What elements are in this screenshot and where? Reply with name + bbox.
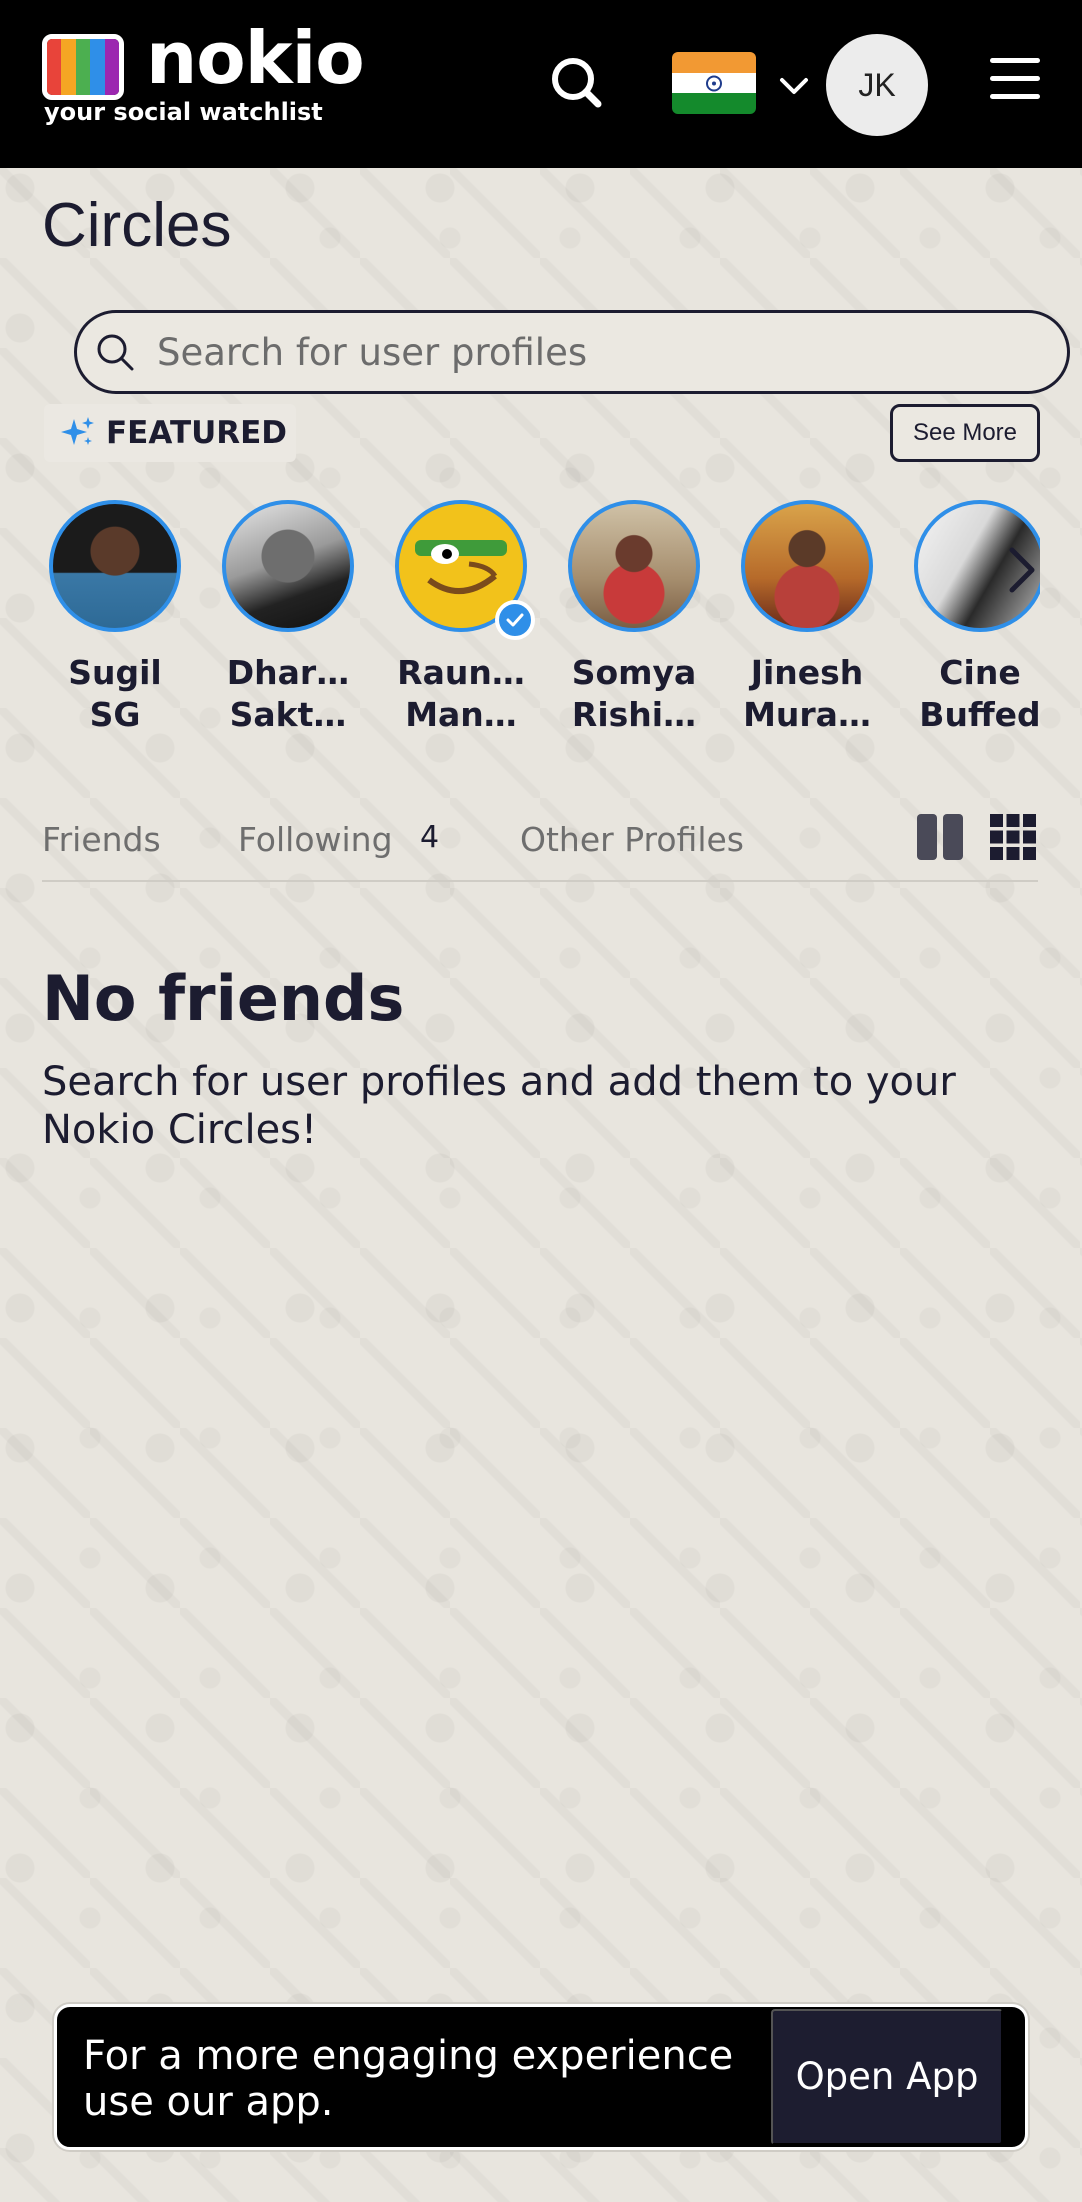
empty-state-title: No friends bbox=[42, 962, 405, 1035]
profile-name-line1: Cine bbox=[939, 653, 1021, 692]
profile-name-line1: Sugil bbox=[68, 653, 162, 692]
featured-profile-card[interactable]: Somya Rishi… bbox=[549, 500, 719, 736]
profile-name-line2: Rishi… bbox=[571, 695, 697, 734]
profile-name-line1: Somya bbox=[571, 653, 697, 692]
chevron-down-icon[interactable] bbox=[778, 70, 810, 102]
featured-label-chip: FEATURED bbox=[44, 404, 296, 462]
profile-name-line1: Jinesh bbox=[750, 653, 864, 692]
india-flag-icon[interactable] bbox=[672, 52, 756, 114]
profile-avatar bbox=[568, 500, 700, 632]
tab-following[interactable]: Following bbox=[238, 820, 393, 859]
view-toggle bbox=[915, 812, 1038, 866]
nokio-logo[interactable]: nokio your social watchlist bbox=[42, 16, 365, 132]
tab-friends[interactable]: Friends bbox=[42, 820, 161, 859]
banner-message: For a more engaging experience use our a… bbox=[83, 2033, 734, 2125]
profile-avatar bbox=[741, 500, 873, 632]
open-app-banner: For a more engaging experience use our a… bbox=[54, 2004, 1028, 2150]
profile-name-line2: Man… bbox=[405, 695, 517, 734]
circles-tabs: Friends Following 4 Other Profiles bbox=[42, 810, 1038, 882]
carousel-next-arrow-icon[interactable] bbox=[1000, 540, 1044, 600]
following-count-badge: 4 bbox=[420, 820, 440, 855]
tab-other-profiles[interactable]: Other Profiles bbox=[520, 820, 744, 859]
logo-wordmark: nokio bbox=[146, 16, 365, 100]
profile-name-line1: Dhar… bbox=[226, 653, 350, 692]
top-navbar: nokio your social watchlist JK bbox=[0, 0, 1082, 168]
profile-avatar bbox=[222, 500, 354, 632]
profile-name-line2: Mura… bbox=[743, 695, 871, 734]
featured-profile-card[interactable]: Sugil SG bbox=[30, 500, 200, 736]
profile-name-line2: Sakt… bbox=[229, 695, 347, 734]
profile-search-box[interactable] bbox=[74, 310, 1070, 394]
user-avatar[interactable]: JK bbox=[826, 34, 928, 136]
sparkle-icon bbox=[61, 417, 94, 445]
profile-name-line2: Buffed bbox=[919, 695, 1040, 734]
see-more-button[interactable]: See More bbox=[890, 404, 1040, 462]
tv-logo-icon bbox=[42, 34, 124, 100]
featured-profile-card[interactable]: Cine Buffed bbox=[895, 500, 1040, 736]
search-icon[interactable] bbox=[546, 52, 608, 114]
search-input[interactable] bbox=[157, 330, 1037, 374]
logo-tagline: your social watchlist bbox=[44, 98, 323, 126]
open-app-button[interactable]: Open App bbox=[771, 2009, 1003, 2145]
verified-badge-icon bbox=[495, 600, 535, 640]
two-column-view-icon[interactable] bbox=[915, 812, 965, 862]
background-pattern bbox=[0, 168, 1082, 2202]
hamburger-menu-icon[interactable] bbox=[990, 58, 1040, 108]
profile-name-line2: SG bbox=[89, 695, 141, 734]
featured-profile-card[interactable]: Jinesh Mura… bbox=[722, 500, 892, 736]
featured-profile-card[interactable]: Dhar… Sakt… bbox=[203, 500, 373, 736]
featured-profiles-carousel: Sugil SG Dhar… Sakt… Raun… Man… Somya Rishi… bbox=[30, 500, 1040, 750]
grid-view-icon[interactable] bbox=[988, 812, 1038, 862]
page-title: Circles bbox=[42, 191, 232, 260]
featured-profile-card[interactable]: Raun… Man… bbox=[376, 500, 546, 736]
empty-state-message: Search for user profiles and add them to… bbox=[42, 1059, 956, 1153]
profile-name-line1: Raun… bbox=[397, 653, 525, 692]
featured-label: FEATURED bbox=[106, 415, 288, 451]
profile-avatar bbox=[395, 500, 535, 640]
search-icon bbox=[97, 334, 134, 371]
profile-avatar bbox=[49, 500, 181, 632]
